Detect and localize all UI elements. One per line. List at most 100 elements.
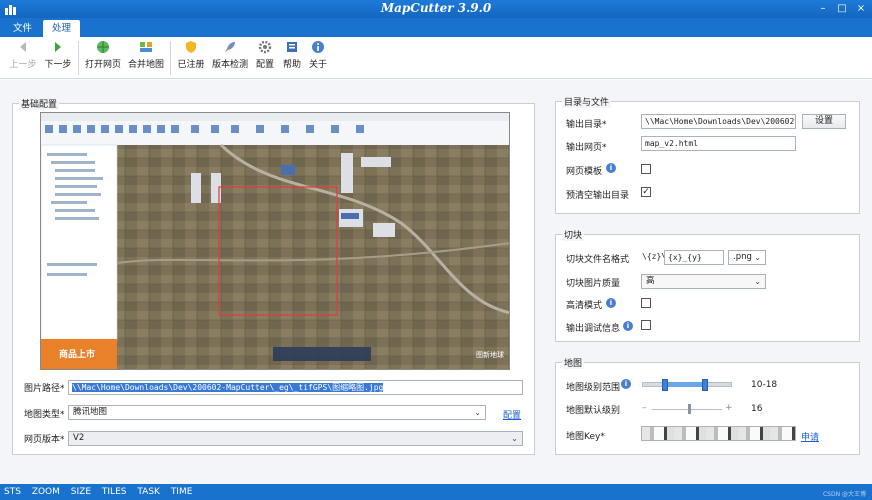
toolbar: 上一步 下一步 打开网页 合并地图 已注册 版本检测 配置 帮助 关于 [0,37,872,79]
default-level-value: 16 [751,404,763,414]
tile-quality-select[interactable]: 高 ⌄ [641,274,766,289]
merge-map-label: 合并地图 [127,60,164,70]
status-size: SIZE [70,487,92,497]
window-title: MapCutter 3.9.0 [380,1,492,15]
close-button[interactable]: × [852,1,870,17]
level-range-min-thumb[interactable] [662,379,668,391]
output-web-label: 输出网页* [566,143,607,153]
output-dir-input[interactable]: \\Mac\Home\Downloads\Dev\200602-MapC [641,114,796,129]
debug-output-checkbox[interactable] [641,320,651,330]
chevron-down-icon: ⌄ [754,277,761,286]
toolbar-separator [170,41,171,75]
maximize-button[interactable]: □ [833,1,851,17]
preclear-label: 预清空输出目录 [566,191,630,201]
web-version-value: V2 [73,433,85,443]
image-preview: 图新地球 商品上市 [40,112,510,370]
info-icon[interactable]: i [621,379,631,389]
about-button[interactable]: 关于 [307,40,329,76]
tiles-group-title: 切块 [562,228,585,241]
default-level-slider[interactable] [652,409,722,410]
help-button[interactable]: 帮助 [281,40,303,76]
chevron-down-icon: ⌄ [474,408,481,417]
preview-watermark-text: 图新地球 [476,350,504,359]
minimize-button[interactable]: – [814,1,832,17]
chevron-down-icon: ⌄ [511,434,518,443]
apply-key-link[interactable]: 申请 [801,430,819,443]
output-group-title: 目录与文件 [562,95,612,108]
level-range-fill [665,382,705,387]
tile-name-prefix: \{z}\ [642,252,667,261]
registered-button[interactable]: 已注册 [175,40,207,76]
title-bar: MapCutter 3.9.0 – □ × [0,0,872,18]
arrow-right-icon [55,42,61,52]
prev-step-button[interactable]: 上一步 [8,40,38,76]
map-group-title: 地图 [562,356,585,369]
tile-quality-label: 切块图片质量 [566,279,621,289]
tile-ext-select[interactable]: .png ⌄ [728,250,766,265]
version-check-label: 版本检测 [211,60,248,70]
level-range-label: 地图级别范围 [566,383,621,393]
tile-ext-value: .png [733,252,752,262]
open-web-button[interactable]: 打开网页 [84,40,122,76]
hd-mode-checkbox[interactable] [641,298,651,308]
map-config-link[interactable]: 配置 [503,408,521,421]
tile-quality-value: 高 [646,276,655,286]
slider-minus-icon: – [642,403,647,413]
next-step-label: 下一步 [44,60,72,70]
image-path-input[interactable]: \\Mac\Home\Downloads\Dev\200602-MapCutte… [68,380,523,395]
about-label: 关于 [308,60,327,70]
shield-icon [186,41,196,53]
set-dir-button[interactable]: 设置 [802,114,846,129]
book-icon [287,42,297,52]
default-level-label: 地图默认级别 [566,406,621,416]
merge-map-button[interactable]: 合并地图 [127,40,165,76]
preclear-checkbox[interactable]: ✓ [641,187,651,197]
image-path-label: 图片路径* [24,384,65,394]
status-task: TASK [137,487,160,497]
output-web-input[interactable]: map_v2.html [641,136,796,151]
tab-file[interactable]: 文件 [4,20,41,37]
status-bar: STS ZOOM SIZE TILES TASK TIME CSDN @大王博 [0,484,872,500]
web-version-select[interactable]: V2 ⌄ [68,431,523,446]
arrow-left-icon [20,42,26,52]
default-level-thumb[interactable] [688,404,691,414]
basic-config-title: 基础配置 [19,97,60,110]
globe-icon [97,41,109,53]
map-type-label: 地图类型* [24,410,65,420]
config-button[interactable]: 配置 [254,40,276,76]
slider-plus-icon: + [725,403,733,413]
info-icon[interactable]: i [623,321,633,331]
status-tiles: TILES [101,487,127,497]
merge-map-icon [140,42,152,52]
registered-label: 已注册 [177,60,205,70]
info-icon[interactable]: i [606,298,616,308]
map-type-value: 腾讯地图 [73,407,108,417]
status-sts: STS [4,487,21,497]
preview-screenshot-image: 图新地球 商品上市 [41,113,509,369]
map-key-input[interactable] [641,426,796,441]
output-dir-label: 输出目录* [566,120,607,130]
debug-output-label: 输出调试信息 [566,324,621,334]
version-check-button[interactable]: 版本检测 [211,40,249,76]
level-range-value: 10-18 [751,380,778,390]
status-time: TIME [170,487,193,497]
info-icon [312,41,324,53]
image-path-value: \\Mac\Home\Downloads\Dev\200602-MapCutte… [72,383,384,392]
preview-ad-text: 商品上市 [59,348,95,360]
ribbon-tabs: 文件 处理 [0,18,872,37]
level-range-max-thumb[interactable] [702,379,708,391]
prev-step-label: 上一步 [9,60,37,70]
rocket-icon [225,42,235,52]
next-step-button[interactable]: 下一步 [43,40,73,76]
map-type-select[interactable]: 腾讯地图 ⌄ [68,405,486,420]
watermark-text: CSDN @大王博 [822,491,866,498]
tab-process[interactable]: 处理 [43,20,81,37]
config-label: 配置 [255,60,274,70]
info-icon[interactable]: i [606,163,616,173]
web-template-checkbox[interactable] [641,164,651,174]
status-zoom: ZOOM [31,487,60,497]
toolbar-separator [78,41,79,75]
tile-name-format-label: 切块文件名格式 [566,255,630,265]
tile-name-input[interactable]: {x}_{y} [664,250,724,265]
web-template-label: 网页模板 [566,167,603,177]
